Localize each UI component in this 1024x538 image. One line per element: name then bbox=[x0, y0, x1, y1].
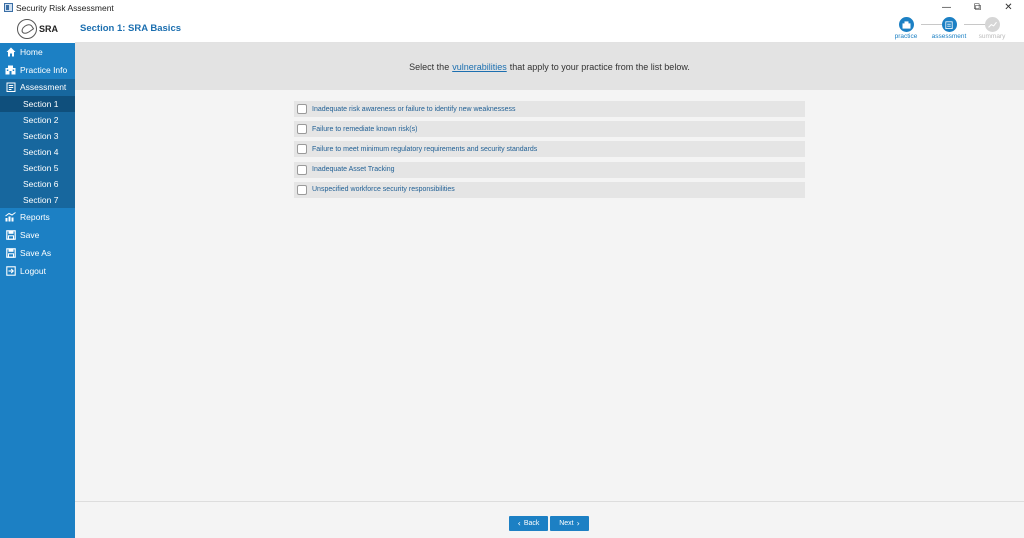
sidebar-section-6[interactable]: Section 6 bbox=[0, 176, 75, 193]
list-item[interactable]: Inadequate Asset Tracking bbox=[294, 161, 805, 178]
chevron-right-icon: › bbox=[576, 519, 580, 528]
step-label: summary bbox=[978, 33, 1006, 40]
vulnerability-checkbox[interactable] bbox=[297, 124, 307, 135]
page-title: Section 1: SRA Basics bbox=[80, 23, 182, 34]
back-label: Back bbox=[523, 520, 540, 527]
step-practice[interactable]: practice bbox=[884, 17, 928, 40]
logo: SRA bbox=[0, 15, 75, 43]
sidebar-item-label: Assessment bbox=[20, 82, 67, 93]
floppy-icon bbox=[5, 248, 16, 258]
sidebar-section-2[interactable]: Section 2 bbox=[0, 112, 75, 129]
vulnerability-label: Inadequate risk awareness or failure to … bbox=[312, 105, 516, 113]
floppy-icon bbox=[5, 230, 16, 240]
vulnerability-label: Failure to remediate known risk(s) bbox=[312, 125, 418, 133]
vulnerability-label: Inadequate Asset Tracking bbox=[312, 166, 395, 174]
chevron-left-icon: ‹ bbox=[517, 519, 521, 528]
sidebar-item-save-as[interactable]: Save As bbox=[0, 244, 75, 262]
list-item[interactable]: Unspecified workforce security responsib… bbox=[294, 181, 805, 198]
list-item[interactable]: Inadequate risk awareness or failure to … bbox=[294, 101, 805, 117]
vulnerabilities-link[interactable]: vulnerabilities bbox=[452, 62, 507, 72]
sidebar-item-label: Logout bbox=[20, 265, 46, 276]
list-item[interactable]: Failure to meet minimum regulatory requi… bbox=[294, 141, 805, 158]
chart-icon bbox=[5, 212, 16, 222]
maximize-button[interactable]: ⧉ bbox=[962, 0, 993, 15]
next-label: Next bbox=[559, 520, 574, 527]
sidebar-section-7[interactable]: Section 7 bbox=[0, 192, 75, 209]
vulnerability-checkbox[interactable] bbox=[297, 144, 307, 155]
clipboard-icon bbox=[941, 17, 957, 32]
instruction-text: that apply to your practice from the lis… bbox=[509, 61, 690, 72]
step-assessment[interactable]: assessment bbox=[927, 17, 971, 40]
window-title: Security Risk Assessment bbox=[16, 2, 114, 13]
sidebar-item-label: Reports bbox=[20, 212, 50, 223]
close-button[interactable]: ✕ bbox=[993, 0, 1024, 15]
sidebar-item-label: Save As bbox=[20, 247, 52, 258]
logo-text: SRA bbox=[38, 24, 58, 34]
sidebar-section-4[interactable]: Section 4 bbox=[0, 144, 75, 161]
sidebar-section-1[interactable]: Section 1 bbox=[0, 96, 75, 113]
sidebar-item-logout[interactable]: Logout bbox=[0, 262, 75, 280]
instruction-text: Select the bbox=[409, 61, 450, 72]
sidebar-item-save[interactable]: Save bbox=[0, 226, 75, 244]
step-label: practice bbox=[894, 33, 918, 40]
next-button[interactable]: Next › bbox=[550, 516, 589, 531]
sidebar-item-label: Save bbox=[20, 230, 40, 241]
logout-icon bbox=[5, 265, 16, 276]
vulnerability-checkbox[interactable] bbox=[297, 164, 307, 175]
building-icon bbox=[5, 65, 16, 75]
sidebar-item-reports[interactable]: Reports bbox=[0, 208, 75, 226]
sidebar-item-practice-info[interactable]: Practice Info bbox=[0, 61, 75, 79]
step-summary[interactable]: summary bbox=[970, 17, 1014, 40]
sidebar-item-home[interactable]: Home bbox=[0, 43, 75, 61]
vulnerability-checkbox[interactable] bbox=[297, 184, 307, 195]
vulnerability-checkbox[interactable] bbox=[297, 104, 307, 114]
vulnerability-label: Failure to meet minimum regulatory requi… bbox=[312, 145, 538, 153]
section-header: Section 1: SRA Basics practice assessmen… bbox=[75, 15, 1024, 43]
sidebar-section-5[interactable]: Section 5 bbox=[0, 160, 75, 177]
instruction-bar: Select the vulnerabilities that apply to… bbox=[75, 43, 1024, 90]
sidebar-section-3[interactable]: Section 3 bbox=[0, 128, 75, 145]
list-item[interactable]: Failure to remediate known risk(s) bbox=[294, 121, 805, 138]
sidebar-item-label: Home bbox=[20, 46, 43, 57]
sidebar: SRA Home Practice Info Assessment Sectio… bbox=[0, 15, 75, 538]
hhs-eagle-icon bbox=[16, 19, 37, 39]
vulnerability-list: Inadequate risk awareness or failure to … bbox=[294, 101, 805, 202]
building-icon bbox=[898, 17, 914, 32]
sidebar-item-assessment[interactable]: Assessment bbox=[0, 78, 75, 97]
clipboard-icon bbox=[5, 82, 16, 93]
vulnerability-label: Unspecified workforce security responsib… bbox=[312, 186, 455, 194]
back-button[interactable]: ‹ Back bbox=[509, 516, 548, 531]
home-icon bbox=[5, 47, 16, 57]
minimize-button[interactable]: — bbox=[931, 0, 962, 15]
app-icon bbox=[4, 3, 13, 12]
window-titlebar: Security Risk Assessment — ⧉ ✕ bbox=[0, 0, 1024, 15]
footer-bar: ‹ Back Next › bbox=[75, 501, 1024, 538]
chart-icon bbox=[984, 17, 1000, 32]
progress-tracker: practice assessment summary bbox=[884, 17, 1014, 43]
step-label: assessment bbox=[931, 33, 967, 40]
window-controls: — ⧉ ✕ bbox=[931, 0, 1024, 15]
sidebar-item-label: Practice Info bbox=[20, 64, 68, 75]
main-content: Select the vulnerabilities that apply to… bbox=[75, 43, 1024, 538]
